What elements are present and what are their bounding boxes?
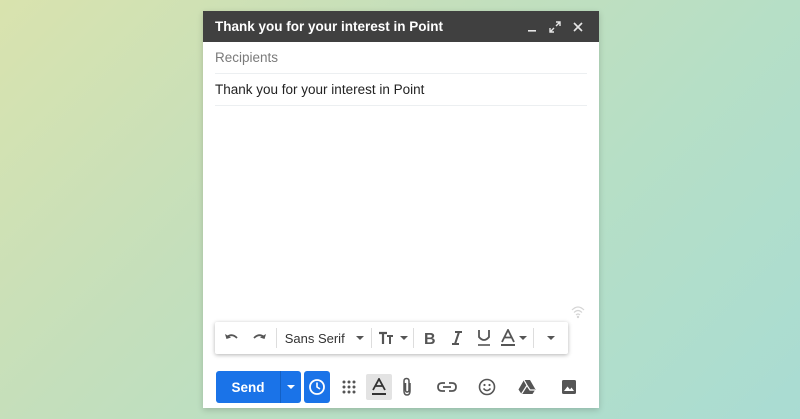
fullscreen-button[interactable] xyxy=(544,16,566,38)
insert-link-button[interactable] xyxy=(434,374,460,400)
toolbar-divider xyxy=(412,328,414,348)
formatting-toolbar: Sans Serif B xyxy=(215,322,568,354)
insert-photo-button[interactable] xyxy=(556,374,582,400)
send-options-button[interactable] xyxy=(280,371,301,403)
send-button[interactable]: Send xyxy=(216,371,280,403)
chevron-down-icon xyxy=(287,385,295,389)
link-icon xyxy=(437,382,457,392)
text-color-button[interactable] xyxy=(497,326,530,350)
bottom-toolbar: Send xyxy=(216,370,599,404)
recipients-placeholder: Recipients xyxy=(215,50,279,65)
undo-icon xyxy=(225,334,239,339)
minimize-button[interactable] xyxy=(521,16,543,38)
text-format-icon xyxy=(372,378,386,395)
minimize-icon xyxy=(528,29,536,32)
italic-button[interactable] xyxy=(444,326,471,350)
toolbar-divider xyxy=(371,328,373,348)
recipients-field[interactable]: Recipients xyxy=(215,42,587,74)
chevron-down-icon xyxy=(399,336,408,340)
chevron-down-icon xyxy=(356,336,365,340)
insert-emoji-button[interactable] xyxy=(474,374,500,400)
redo-icon xyxy=(253,334,267,339)
font-select[interactable]: Sans Serif xyxy=(280,326,369,350)
compose-title: Thank you for your interest in Point xyxy=(215,19,444,34)
underline-icon xyxy=(478,330,491,346)
grid-icon xyxy=(342,380,356,394)
image-icon xyxy=(562,380,576,394)
text-color-icon xyxy=(501,329,516,346)
close-button[interactable] xyxy=(567,16,589,38)
apps-button[interactable] xyxy=(336,374,362,400)
drive-icon xyxy=(518,379,536,395)
message-body[interactable] xyxy=(203,107,599,322)
schedule-send-button[interactable] xyxy=(304,371,330,403)
subject-text: Thank you for your interest in Point xyxy=(215,82,425,97)
text-size-icon xyxy=(378,331,393,344)
attach-file-button[interactable] xyxy=(394,374,420,400)
formatting-options-button[interactable] xyxy=(366,374,392,400)
bold-icon: B xyxy=(424,331,436,346)
toolbar-divider xyxy=(275,328,277,348)
paperclip-icon xyxy=(403,377,411,396)
text-size-button[interactable] xyxy=(375,326,410,350)
underline-button[interactable] xyxy=(471,326,498,350)
emoji-icon xyxy=(478,378,496,396)
subject-field[interactable]: Thank you for your interest in Point xyxy=(215,74,587,106)
undo-button[interactable] xyxy=(219,326,246,350)
bold-button[interactable]: B xyxy=(417,326,444,350)
signal-icon xyxy=(571,306,585,319)
font-select-value: Sans Serif xyxy=(284,330,345,346)
chevron-down-icon xyxy=(519,336,528,340)
close-icon xyxy=(573,21,583,32)
more-formatting-button[interactable] xyxy=(537,326,564,350)
italic-icon xyxy=(452,331,463,345)
chevron-down-icon xyxy=(546,336,555,340)
toolbar-divider xyxy=(533,328,535,348)
clock-icon xyxy=(309,379,325,395)
redo-button[interactable] xyxy=(246,326,273,350)
expand-icon xyxy=(549,20,561,33)
insert-drive-file-button[interactable] xyxy=(514,374,540,400)
compose-header: Thank you for your interest in Point xyxy=(203,11,599,42)
compose-window: Thank you for your interest in Point Rec… xyxy=(203,11,599,408)
svg-text:B: B xyxy=(424,331,436,346)
